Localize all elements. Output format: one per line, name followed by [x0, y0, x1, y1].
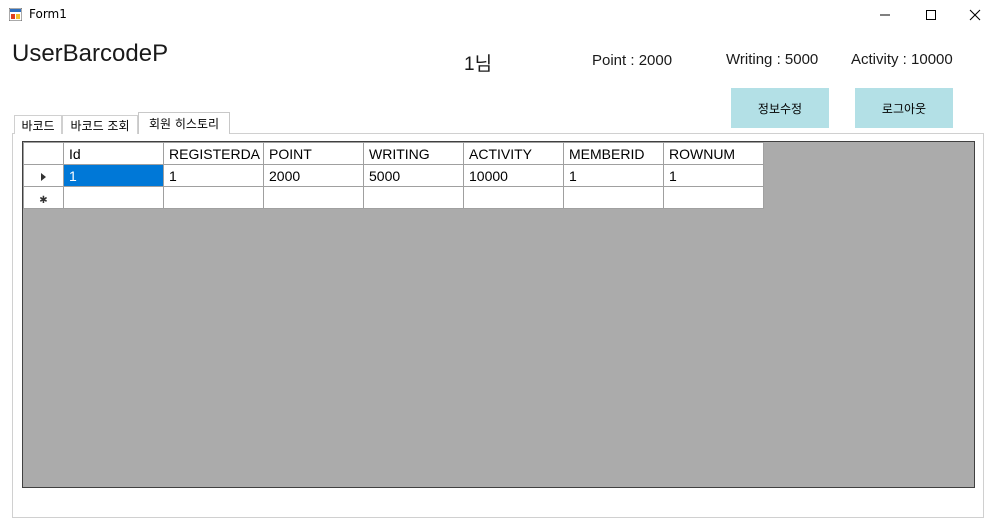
app-icon [9, 8, 22, 21]
new-cell-writing[interactable] [363, 186, 464, 209]
new-cell-activity[interactable] [463, 186, 564, 209]
column-header-rownum[interactable]: ROWNUM [663, 142, 764, 165]
title-bar: Form1 [0, 0, 998, 30]
point-label: Point : 2000 [592, 52, 673, 69]
row-header[interactable] [23, 164, 64, 187]
column-header-point[interactable]: POINT [263, 142, 364, 165]
tab-member-history[interactable]: 회원 히스토리 [138, 112, 230, 134]
table-row[interactable]: 1 1 2000 5000 10000 1 1 [23, 164, 764, 187]
close-button[interactable] [952, 0, 998, 30]
grid-cell-rownum[interactable]: 1 [663, 164, 764, 187]
minimize-icon [880, 14, 890, 16]
window-title: Form1 [29, 7, 67, 21]
minimize-button[interactable] [862, 0, 908, 30]
row-arrow-icon [41, 172, 46, 181]
new-row-header[interactable]: ✱ [23, 186, 64, 209]
grid-cell-id[interactable]: 1 [63, 164, 164, 187]
new-cell-id[interactable] [63, 186, 164, 209]
column-header-writing[interactable]: WRITING [363, 142, 464, 165]
grid-cell-memberid[interactable]: 1 [563, 164, 664, 187]
edit-info-button[interactable]: 정보수정 [731, 88, 829, 128]
column-header-id[interactable]: Id [63, 142, 164, 165]
grid-cell-activity[interactable]: 10000 [463, 164, 564, 187]
column-header-registerdate[interactable]: REGISTERDA [163, 142, 264, 165]
new-cell-point[interactable] [263, 186, 364, 209]
new-cell-rownum[interactable] [663, 186, 764, 209]
logout-button[interactable]: 로그아웃 [855, 88, 953, 128]
close-icon [969, 9, 981, 21]
writing-label: Writing : 5000 [726, 51, 819, 68]
user-nim-label: 1님 [464, 54, 493, 75]
column-header-activity[interactable]: ACTIVITY [463, 142, 564, 165]
data-grid[interactable]: Id REGISTERDA POINT WRITING ACTIVITY MEM… [22, 141, 975, 488]
tab-barcode[interactable]: 바코드 [14, 115, 62, 134]
new-cell-registerdate[interactable] [163, 186, 264, 209]
column-header-memberid[interactable]: MEMBERID [563, 142, 664, 165]
grid-cell-writing[interactable]: 5000 [363, 164, 464, 187]
user-title: UserBarcodeP [12, 40, 169, 67]
new-row[interactable]: ✱ [23, 186, 764, 209]
maximize-button[interactable] [908, 0, 954, 30]
activity-label: Activity : 10000 [851, 51, 953, 68]
grid-cell-registerdate[interactable]: 1 [163, 164, 264, 187]
maximize-icon [926, 10, 936, 20]
new-cell-memberid[interactable] [563, 186, 664, 209]
new-row-star-icon: ✱ [39, 194, 48, 206]
tab-barcode-lookup[interactable]: 바코드 조회 [62, 115, 138, 134]
grid-corner-header[interactable] [23, 142, 64, 165]
grid-table: Id REGISTERDA POINT WRITING ACTIVITY MEM… [23, 142, 764, 209]
grid-header-row: Id REGISTERDA POINT WRITING ACTIVITY MEM… [23, 142, 764, 165]
grid-cell-point[interactable]: 2000 [263, 164, 364, 187]
